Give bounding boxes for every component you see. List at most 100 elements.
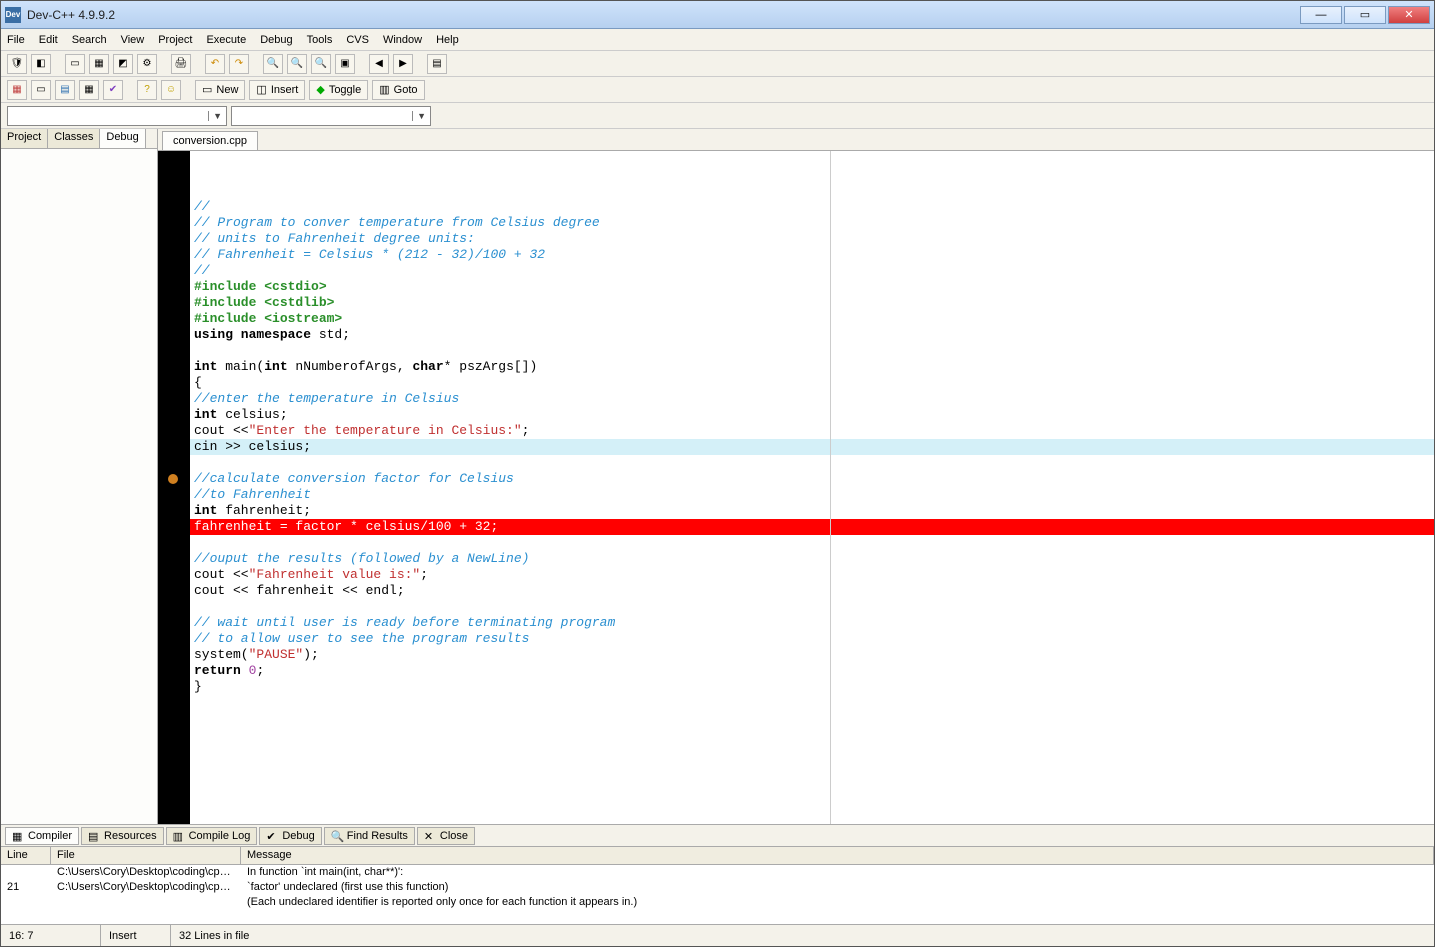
panel-icon[interactable]: ▦ bbox=[79, 80, 99, 100]
code-line[interactable]: //to Fahrenheit bbox=[190, 487, 1434, 503]
minimize-button[interactable]: — bbox=[1300, 6, 1342, 24]
output-tab-debug[interactable]: ✔Debug bbox=[259, 827, 321, 845]
output-tab-compiler[interactable]: ▦Compiler bbox=[5, 827, 79, 845]
code-line[interactable]: { bbox=[190, 375, 1434, 391]
output-tab-close[interactable]: ✕Close bbox=[417, 827, 475, 845]
menu-search[interactable]: Search bbox=[72, 34, 107, 46]
output-tab-resources[interactable]: ▤Resources bbox=[81, 827, 164, 845]
toggle-button[interactable]: ◆Toggle bbox=[309, 80, 368, 100]
code-line[interactable]: int celsius; bbox=[190, 407, 1434, 423]
code-line[interactable] bbox=[190, 535, 1434, 551]
panel-icon[interactable]: ▤ bbox=[55, 80, 75, 100]
col-header-line[interactable]: Line bbox=[1, 847, 51, 864]
nav-fwd-icon[interactable]: ▶ bbox=[393, 54, 413, 74]
menu-cvs[interactable]: CVS bbox=[346, 34, 369, 46]
code-line[interactable]: #include <iostream> bbox=[190, 311, 1434, 327]
combo-classes[interactable]: ▼ bbox=[7, 106, 227, 126]
code-line[interactable]: cout << fahrenheit << endl; bbox=[190, 583, 1434, 599]
compiler-output[interactable]: Line File Message C:\Users\Cory\Desktop\… bbox=[1, 847, 1434, 924]
code-body[interactable]: //// Program to conver temperature from … bbox=[190, 151, 1434, 824]
close-button[interactable]: ✕ bbox=[1388, 6, 1430, 24]
redo-icon[interactable]: ↷ bbox=[229, 54, 249, 74]
code-line[interactable]: //enter the temperature in Celsius bbox=[190, 391, 1434, 407]
code-line[interactable]: // wait until user is ready before termi… bbox=[190, 615, 1434, 631]
code-editor[interactable]: //// Program to conver temperature from … bbox=[158, 151, 1434, 824]
menu-edit[interactable]: Edit bbox=[39, 34, 58, 46]
project-tab-debug[interactable]: Debug bbox=[100, 129, 145, 148]
project-tab-project[interactable]: Project bbox=[1, 129, 48, 148]
tool-icon[interactable]: ▦ bbox=[89, 54, 109, 74]
code-line[interactable]: // units to Fahrenheit degree units: bbox=[190, 231, 1434, 247]
tool-icon[interactable]: ▭ bbox=[65, 54, 85, 74]
code-line[interactable]: } bbox=[190, 679, 1434, 695]
project-tab-classes[interactable]: Classes bbox=[48, 129, 100, 148]
replace-icon[interactable]: 🔍 bbox=[311, 54, 331, 74]
project-panel-tabs: ProjectClassesDebug bbox=[1, 129, 157, 149]
panel-icon[interactable]: ▭ bbox=[31, 80, 51, 100]
code-line[interactable]: cout <<"Fahrenheit value is:"; bbox=[190, 567, 1434, 583]
code-line[interactable]: #include <cstdio> bbox=[190, 279, 1434, 295]
find-icon[interactable]: 🔍 bbox=[263, 54, 283, 74]
panel-icon[interactable]: ▦ bbox=[7, 80, 27, 100]
check-icon[interactable]: ✔ bbox=[103, 80, 123, 100]
code-line[interactable]: //calculate conversion factor for Celsiu… bbox=[190, 471, 1434, 487]
tool-gear-icon[interactable]: ⚙ bbox=[137, 54, 157, 74]
insert-button[interactable]: ◫Insert bbox=[249, 80, 305, 100]
combo-functions[interactable]: ▼ bbox=[231, 106, 431, 126]
col-header-message[interactable]: Message bbox=[241, 847, 1434, 864]
content-area: ProjectClassesDebug conversion.cpp //// … bbox=[1, 129, 1434, 824]
editor-tab-conversion[interactable]: conversion.cpp bbox=[162, 131, 258, 150]
code-line[interactable]: fahrenheit = factor * celsius/100 + 32; bbox=[190, 519, 1434, 535]
code-line[interactable]: using namespace std; bbox=[190, 327, 1434, 343]
new-button[interactable]: ▭New bbox=[195, 80, 245, 100]
maximize-button[interactable]: ▭ bbox=[1344, 6, 1386, 24]
col-header-file[interactable]: File bbox=[51, 847, 241, 864]
code-line[interactable] bbox=[190, 599, 1434, 615]
tool-icon[interactable]: ▣ bbox=[335, 54, 355, 74]
about-icon[interactable]: ☺ bbox=[161, 80, 181, 100]
output-tab-compile-log[interactable]: ▥Compile Log bbox=[166, 827, 258, 845]
menu-debug[interactable]: Debug bbox=[260, 34, 292, 46]
editor-gutter[interactable] bbox=[158, 151, 190, 824]
tool-icon[interactable]: ▤ bbox=[427, 54, 447, 74]
tool-icon[interactable]: ◩ bbox=[113, 54, 133, 74]
code-line[interactable]: int fahrenheit; bbox=[190, 503, 1434, 519]
code-line[interactable] bbox=[190, 343, 1434, 359]
goto-button[interactable]: ▥Goto bbox=[372, 80, 424, 100]
menu-project[interactable]: Project bbox=[158, 34, 192, 46]
code-line[interactable] bbox=[190, 455, 1434, 471]
code-line[interactable]: cin >> celsius; bbox=[190, 439, 1434, 455]
output-tab-find-results[interactable]: 🔍Find Results bbox=[324, 827, 415, 845]
output-tabs: ▦Compiler▤Resources▥Compile Log✔Debug🔍Fi… bbox=[1, 825, 1434, 847]
menu-file[interactable]: File bbox=[7, 34, 25, 46]
code-line[interactable]: int main(int nNumberofArgs, char* pszArg… bbox=[190, 359, 1434, 375]
menu-window[interactable]: Window bbox=[383, 34, 422, 46]
help-icon[interactable]: ? bbox=[137, 80, 157, 100]
code-line[interactable]: // Program to conver temperature from Ce… bbox=[190, 215, 1434, 231]
compiler-row[interactable]: (Each undeclared identifier is reported … bbox=[1, 895, 1434, 910]
editor-tabs: conversion.cpp bbox=[158, 129, 1434, 151]
nav-back-icon[interactable]: ◀ bbox=[369, 54, 389, 74]
print-icon[interactable]: 🖨 bbox=[171, 54, 191, 74]
code-line[interactable]: cout <<"Enter the temperature in Celsius… bbox=[190, 423, 1434, 439]
project-panel-body[interactable] bbox=[1, 149, 157, 824]
menu-help[interactable]: Help bbox=[436, 34, 459, 46]
breakpoint-icon[interactable] bbox=[168, 474, 178, 484]
tool-icon[interactable]: ◧ bbox=[31, 54, 51, 74]
find-next-icon[interactable]: 🔍 bbox=[287, 54, 307, 74]
code-line[interactable]: #include <cstdlib> bbox=[190, 295, 1434, 311]
compiler-row[interactable]: C:\Users\Cory\Desktop\coding\cpp ...In f… bbox=[1, 865, 1434, 880]
menu-execute[interactable]: Execute bbox=[206, 34, 246, 46]
menu-tools[interactable]: Tools bbox=[307, 34, 333, 46]
tool-icon[interactable]: 🛡 bbox=[7, 54, 27, 74]
compiler-row[interactable]: 21C:\Users\Cory\Desktop\coding\cpp ...`f… bbox=[1, 880, 1434, 895]
menu-view[interactable]: View bbox=[121, 34, 145, 46]
code-line[interactable]: // Fahrenheit = Celsius * (212 - 32)/100… bbox=[190, 247, 1434, 263]
code-line[interactable]: // bbox=[190, 263, 1434, 279]
code-line[interactable]: // bbox=[190, 199, 1434, 215]
code-line[interactable]: system("PAUSE"); bbox=[190, 647, 1434, 663]
code-line[interactable]: //ouput the results (followed by a NewLi… bbox=[190, 551, 1434, 567]
code-line[interactable]: return 0; bbox=[190, 663, 1434, 679]
undo-icon[interactable]: ↶ bbox=[205, 54, 225, 74]
code-line[interactable]: // to allow user to see the program resu… bbox=[190, 631, 1434, 647]
